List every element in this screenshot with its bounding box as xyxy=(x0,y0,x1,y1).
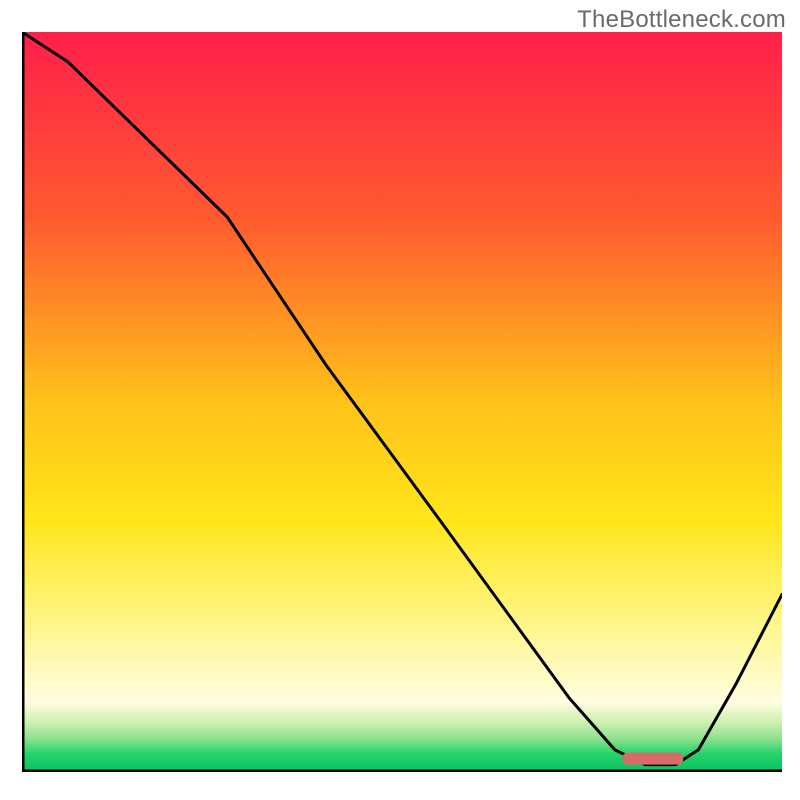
optimal-range-marker xyxy=(622,753,683,765)
chart-svg xyxy=(22,32,782,772)
chart-frame: TheBottleneck.com xyxy=(0,0,800,800)
gradient-background xyxy=(22,32,782,772)
plot-area xyxy=(22,32,782,772)
watermark-text: TheBottleneck.com xyxy=(577,6,786,34)
